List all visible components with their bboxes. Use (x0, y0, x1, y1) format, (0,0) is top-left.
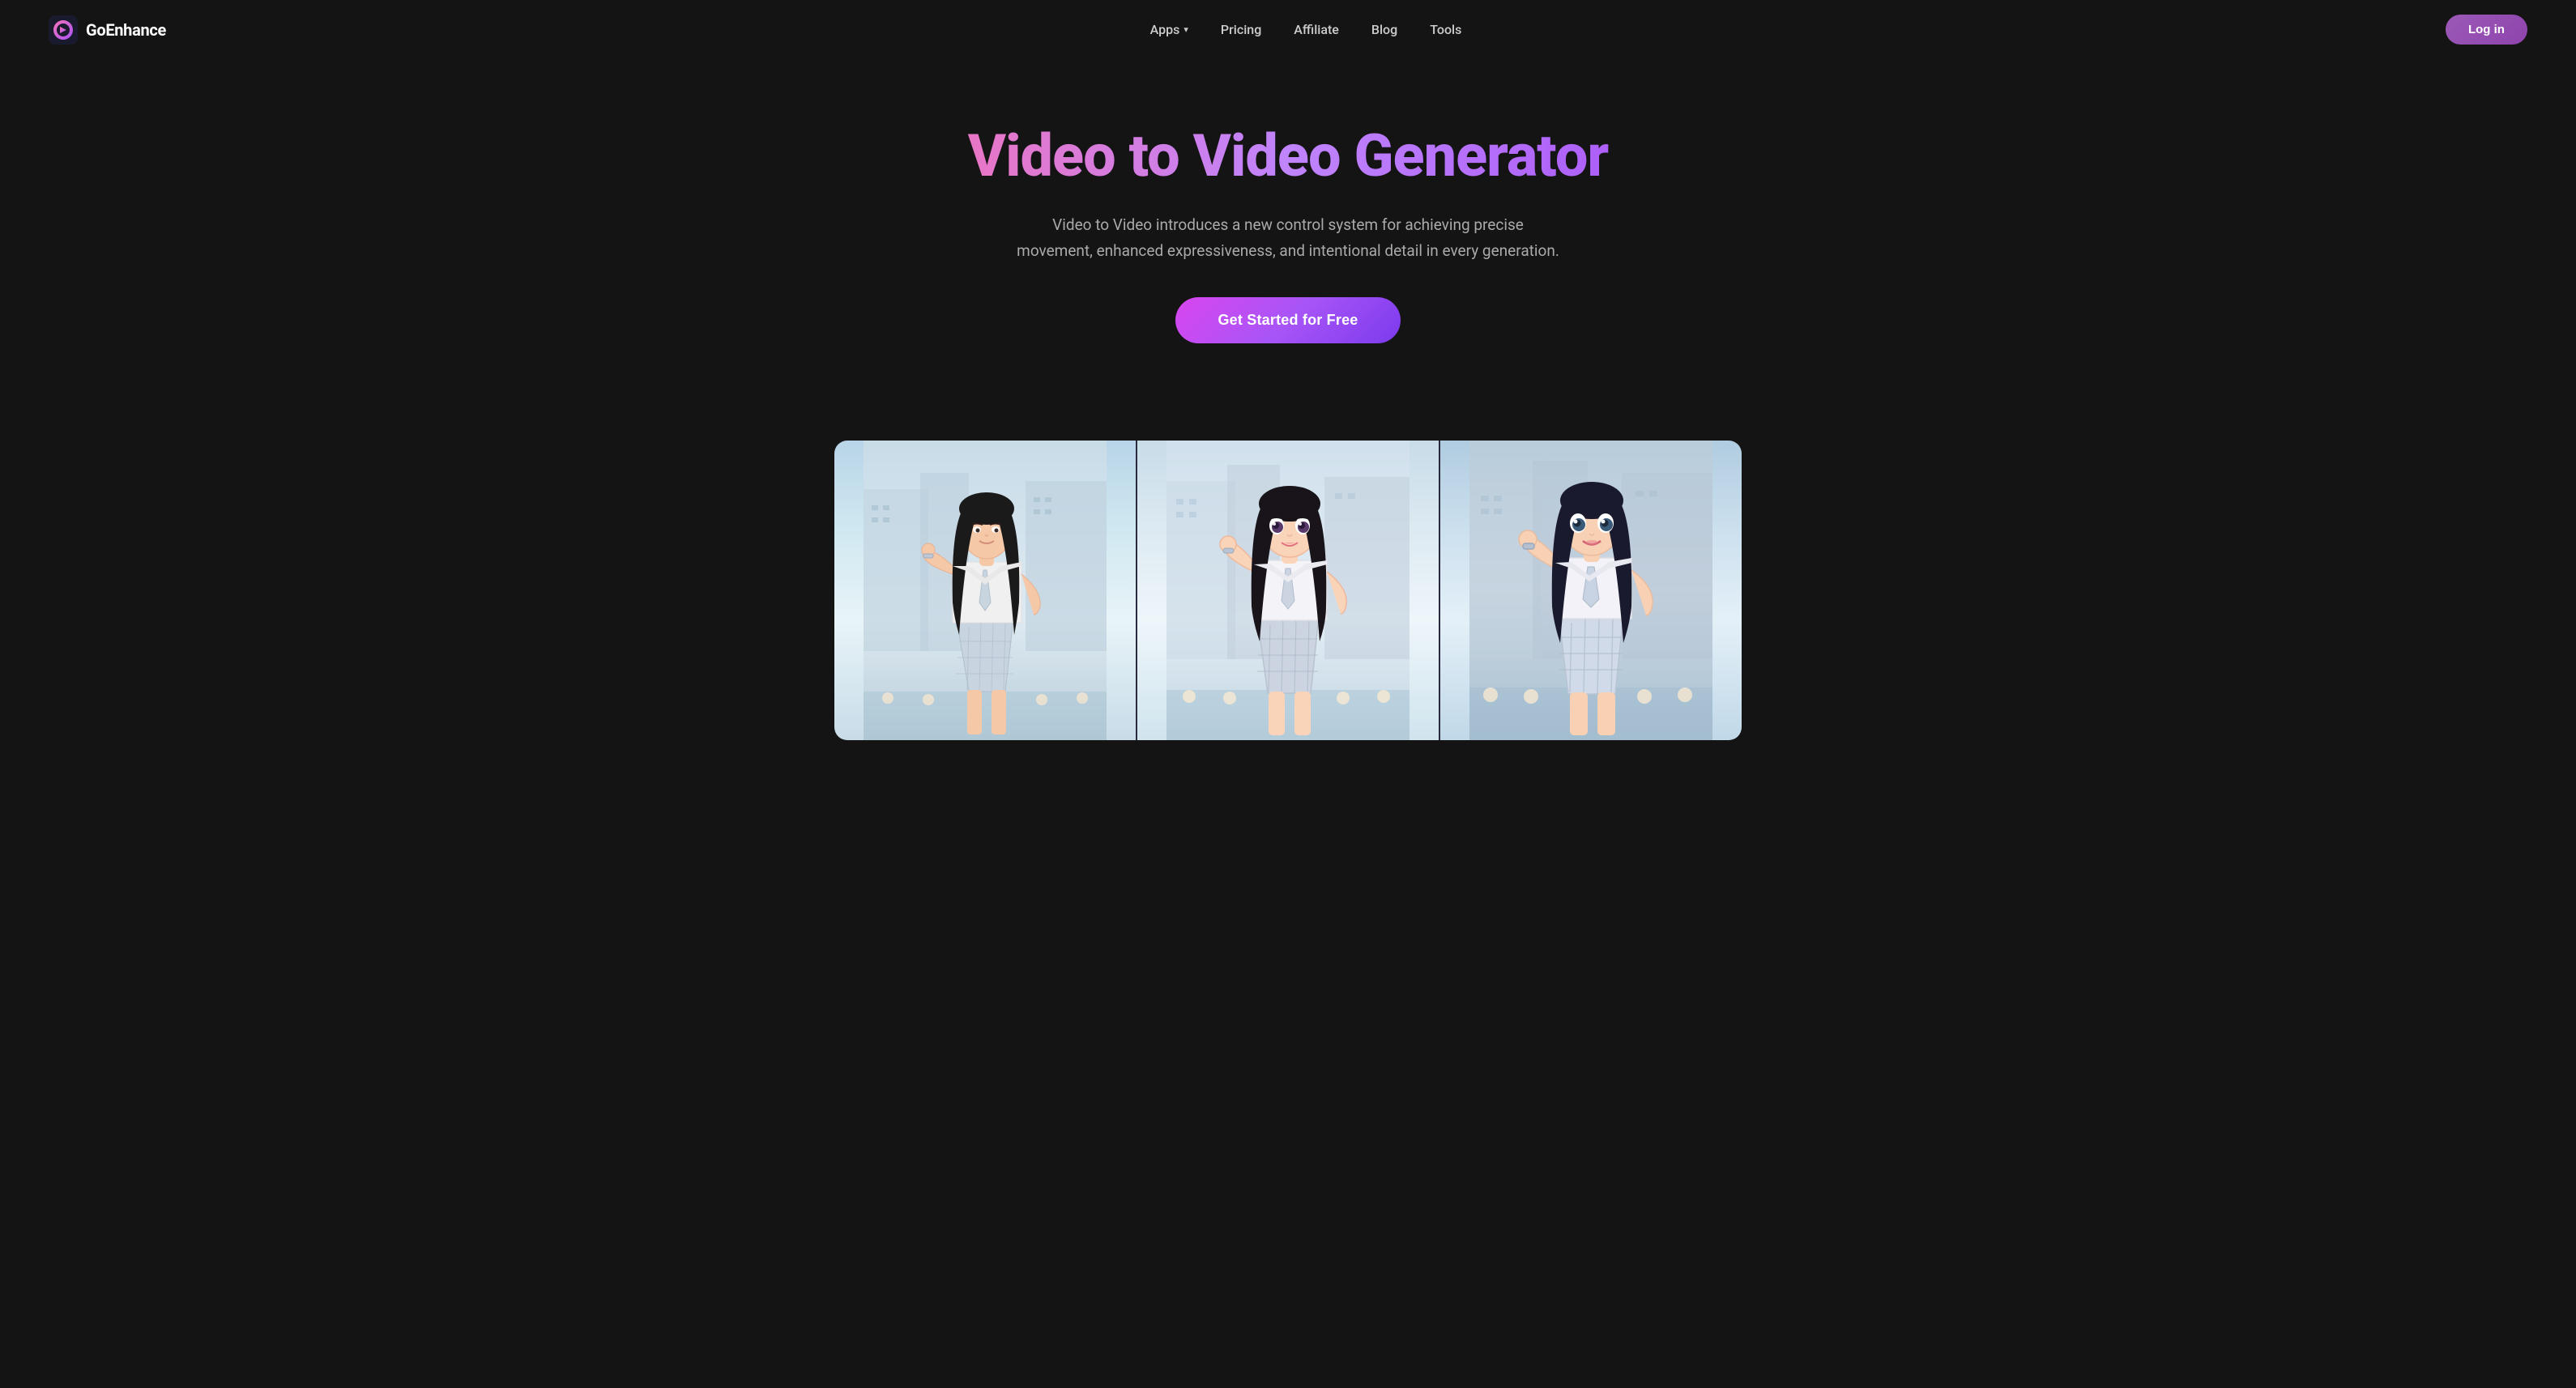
hero-section: Video to Video Generator Video to Video … (842, 59, 1734, 392)
logo[interactable]: GoEnhance (49, 15, 166, 45)
nav-item-affiliate[interactable]: Affiliate (1294, 22, 1339, 37)
nav-item-apps[interactable]: Apps ▾ (1150, 22, 1188, 37)
nav-link-affiliate[interactable]: Affiliate (1294, 22, 1339, 37)
hero-title: Video to Video Generator (875, 124, 1701, 188)
preview-container (834, 441, 1742, 740)
nav-links: Apps ▾ Pricing Affiliate Blog Tools (1150, 22, 1462, 37)
brand-name: GoEnhance (86, 20, 166, 40)
hero-subtitle: Video to Video introduces a new control … (1013, 212, 1563, 265)
logo-icon (49, 15, 78, 45)
girl-figure-realistic (834, 441, 1136, 740)
login-button[interactable]: Log in (2446, 15, 2527, 45)
chevron-down-icon: ▾ (1184, 24, 1188, 35)
preview-panel-anime1 (1136, 441, 1439, 740)
preview-panel-original (834, 441, 1136, 740)
nav-link-tools[interactable]: Tools (1430, 22, 1461, 37)
nav-item-pricing[interactable]: Pricing (1221, 22, 1261, 37)
preview-section (802, 441, 1774, 740)
girl-figure-anime-soft (1137, 441, 1439, 740)
navbar: GoEnhance Apps ▾ Pricing Affiliate Blog … (0, 0, 2576, 59)
girl-figure-anime-dark (1440, 441, 1742, 740)
nav-item-tools[interactable]: Tools (1430, 22, 1461, 37)
nav-link-apps[interactable]: Apps ▾ (1150, 22, 1188, 37)
get-started-button[interactable]: Get Started for Free (1175, 297, 1400, 343)
preview-panel-anime2 (1439, 441, 1742, 740)
nav-link-blog[interactable]: Blog (1371, 22, 1397, 37)
nav-item-blog[interactable]: Blog (1371, 22, 1397, 37)
nav-link-pricing[interactable]: Pricing (1221, 22, 1261, 37)
